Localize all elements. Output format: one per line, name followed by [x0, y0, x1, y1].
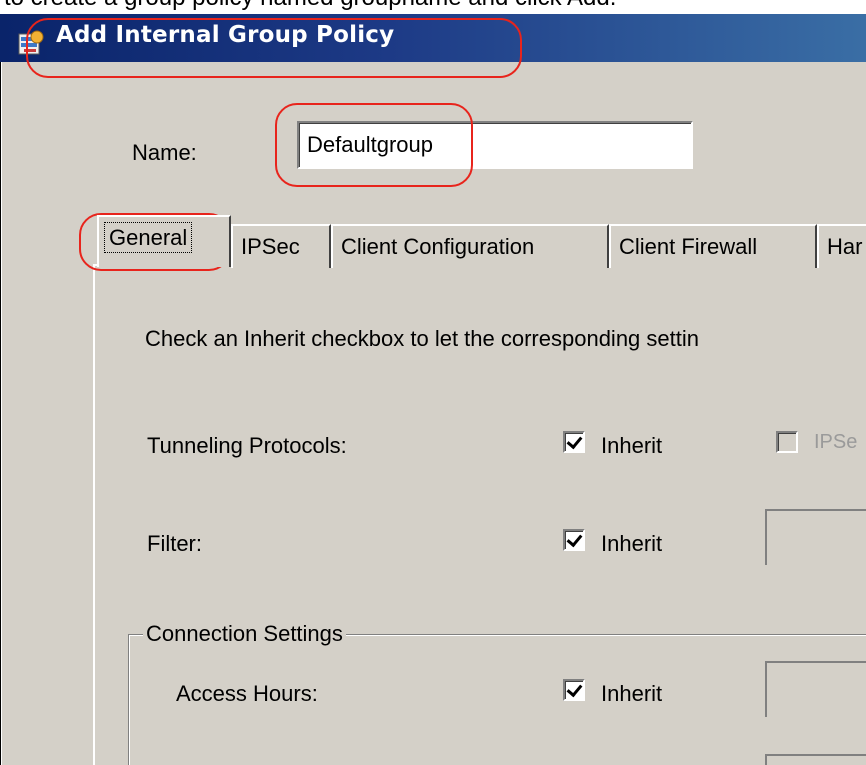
tab-client-configuration-label: Client Configuration [341, 234, 535, 259]
tab-hardware-client-label: Har [827, 234, 863, 259]
group-policy-app-icon [18, 30, 44, 55]
tab-ipsec-label: IPSec [241, 234, 300, 259]
screenshot-stage: to create a group policy named groupname… [0, 0, 866, 765]
access-hours-select[interactable] [765, 661, 866, 717]
tunneling-protocols-inherit-checkbox[interactable] [563, 431, 585, 453]
caption-text: to create a group policy named groupname… [4, 0, 616, 10]
filter-inherit-checkbox[interactable] [563, 529, 585, 551]
dialog-titlebar[interactable]: Add Internal Group Policy [0, 14, 866, 62]
tab-client-configuration[interactable]: Client Configuration [331, 224, 609, 268]
name-label: Name: [132, 140, 197, 165]
access-hours-inherit-label: Inherit [601, 681, 663, 706]
filter-inherit-label: Inherit [601, 531, 663, 556]
filter-select[interactable] [765, 509, 866, 565]
ipsec-protocol-checkbox[interactable] [776, 431, 798, 453]
connection-settings-title: Connection Settings [143, 621, 346, 647]
tab-ipsec[interactable]: IPSec [231, 224, 331, 268]
access-hours-inherit-checkbox[interactable] [563, 679, 585, 701]
tab-general-label: General [103, 222, 193, 253]
tab-client-firewall-label: Client Firewall [619, 234, 758, 259]
filter-label: Filter: [147, 531, 202, 556]
name-input[interactable] [297, 121, 693, 169]
dialog-title: Add Internal Group Policy [56, 22, 395, 48]
tab-general[interactable]: General [97, 215, 231, 267]
tunneling-protocols-label: Tunneling Protocols: [147, 433, 347, 458]
next-setting-select[interactable] [765, 754, 866, 765]
ipsec-protocol-label: IPSe [814, 431, 858, 453]
cropped-caption: to create a group policy named groupname… [0, 0, 866, 14]
tunneling-protocols-inherit-label: Inherit [601, 433, 663, 458]
tab-hardware-client[interactable]: Har [817, 224, 866, 268]
inherit-instruction: Check an Inherit checkbox to let the cor… [145, 326, 699, 351]
access-hours-label: Access Hours: [176, 681, 318, 706]
tab-client-firewall[interactable]: Client Firewall [609, 224, 817, 268]
dialog-left-border [0, 14, 8, 765]
